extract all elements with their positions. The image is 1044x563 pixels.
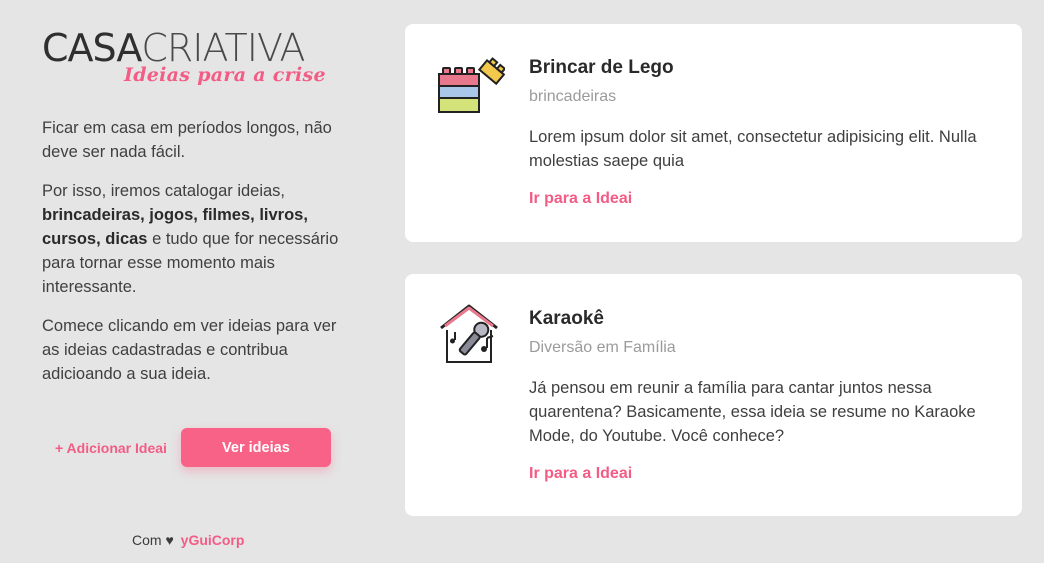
lego-blocks-icon [437, 56, 507, 124]
footer: Com ♥ yGuiCorp [132, 532, 244, 548]
view-ideas-button[interactable]: Ver ideias [180, 428, 331, 467]
intro-paragraph-3: Comece clicando em ver ideias para ver a… [42, 317, 337, 383]
footer-prefix: Com ♥ [132, 532, 174, 548]
go-to-idea-link[interactable]: Ir para a Ideai [529, 465, 632, 483]
go-to-idea-link[interactable]: Ir para a Ideai [529, 190, 632, 208]
add-idea-link[interactable]: + Adicionar Ideai [55, 440, 167, 456]
page: CASACRIATIVA Ideias para a crise Ficar e… [0, 0, 1044, 563]
intro-paragraph-2: Por isso, iremos catalogar ideias, brinc… [42, 179, 342, 299]
idea-category: brincadeiras [529, 88, 617, 105]
footer-brand-link[interactable]: yGuiCorp [181, 532, 245, 548]
sidebar: CASACRIATIVA Ideias para a crise Ficar e… [42, 28, 342, 401]
idea-title: Brincar de Lego [529, 57, 674, 78]
idea-card-body: Karaokê Diversão em Família Já pensou em… [529, 307, 999, 483]
idea-card: Brincar de Lego brincadeiras Lorem ipsum… [405, 24, 1022, 242]
intro-paragraph-1: Ficar em casa em períodos longos, não de… [42, 119, 332, 161]
idea-category: Diversão em Família [529, 339, 676, 356]
logo-wordmark: CASACRIATIVA [42, 28, 342, 68]
intro-p2-start: Por isso, iremos catalogar ideias, [42, 182, 286, 200]
karaoke-house-icon [437, 302, 505, 370]
intro-text: Ficar em casa em períodos longos, não de… [42, 116, 342, 386]
idea-card: Karaokê Diversão em Família Já pensou em… [405, 274, 1022, 516]
idea-title: Karaokê [529, 308, 604, 329]
idea-description: Lorem ipsum dolor sit amet, consectetur … [529, 128, 977, 170]
idea-description: Já pensou em reunir a família para canta… [529, 379, 976, 445]
logo-tagline: Ideias para a crise [124, 64, 326, 86]
idea-card-body: Brincar de Lego brincadeiras Lorem ipsum… [529, 56, 999, 208]
actions: + Adicionar Ideai Ver ideias [55, 428, 331, 467]
logo[interactable]: CASACRIATIVA Ideias para a crise [42, 28, 342, 86]
